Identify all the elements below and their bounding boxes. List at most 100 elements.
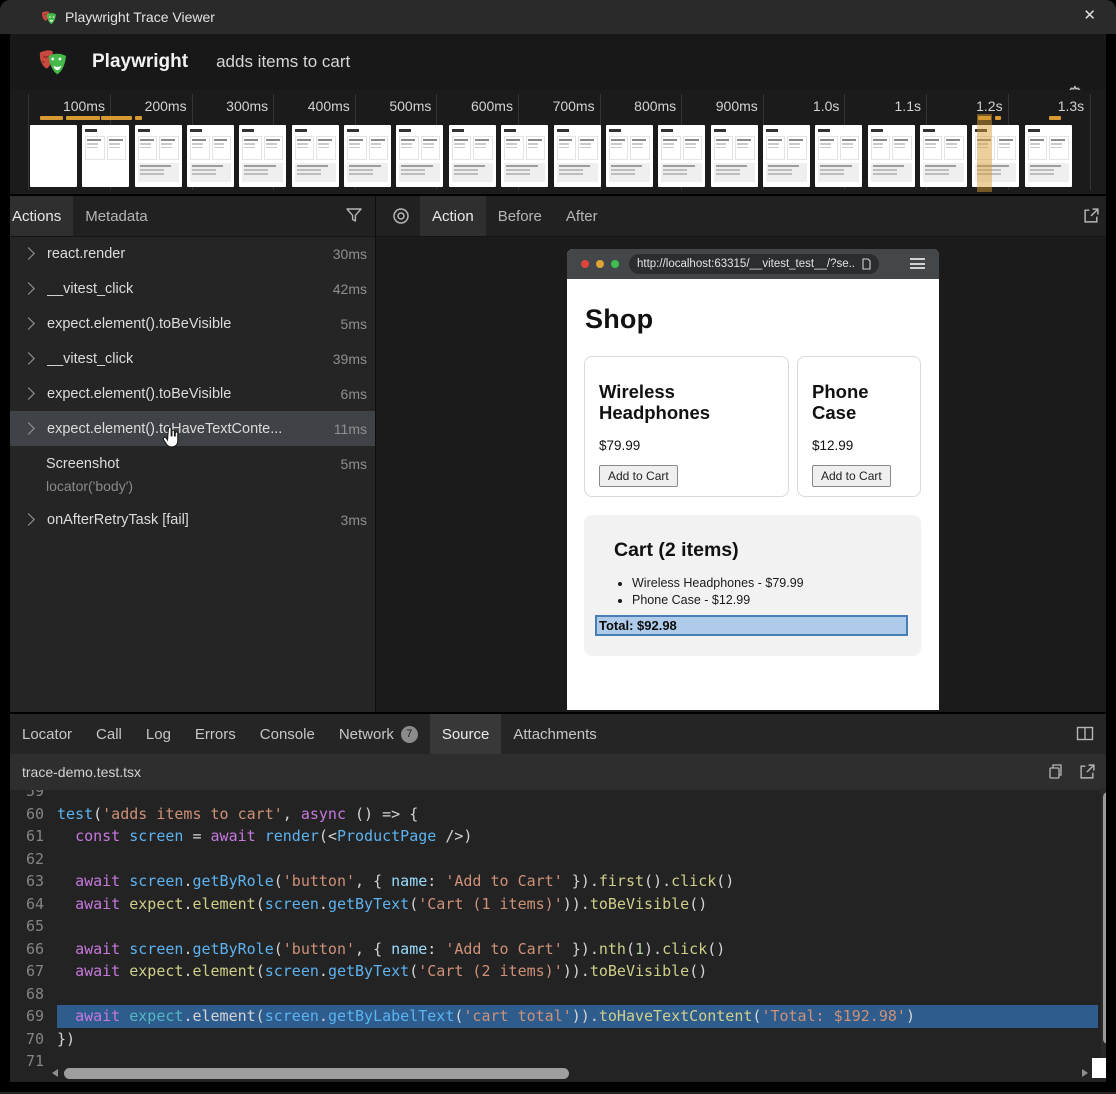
scroll-right-arrow[interactable]	[1082, 1069, 1088, 1077]
action-row[interactable]: Screenshot5mslocator('body')	[0, 446, 375, 502]
timeline-thumbnail[interactable]	[135, 125, 182, 187]
pick-locator-icon[interactable]	[376, 196, 420, 236]
tab-source[interactable]: Source	[430, 714, 502, 754]
close-button[interactable]: ✕	[1083, 6, 1096, 24]
action-row[interactable]: onAfterRetryTask [fail]3ms	[0, 502, 375, 537]
scroll-left-arrow[interactable]	[52, 1069, 58, 1077]
action-row[interactable]: expect.element().toBeVisible5ms	[0, 306, 375, 341]
tab-log[interactable]: Log	[134, 714, 183, 754]
tab-attachments[interactable]: Attachments	[501, 714, 608, 754]
timeline-thumbnail[interactable]	[292, 125, 339, 187]
timeline-thumbnail[interactable]	[30, 125, 77, 187]
open-external-icon[interactable]	[1083, 207, 1100, 224]
product-card: Wireless Headphones $79.99 Add to Cart	[584, 356, 789, 497]
tab-after[interactable]: After	[554, 196, 610, 236]
horizontal-scrollbar-thumb[interactable]	[64, 1068, 569, 1079]
cart-total-highlighted: Total: $92.98	[595, 615, 908, 636]
timeline-label: 1.3s	[1058, 98, 1084, 114]
product-price: $12.99	[812, 438, 906, 453]
product-name: Phone Case	[812, 381, 906, 424]
timeline-label: 1.2s	[976, 98, 1002, 114]
shop-heading: Shop	[585, 304, 653, 335]
timeline-thumbnail[interactable]	[606, 125, 653, 187]
window-title: Playwright Trace Viewer	[65, 9, 215, 25]
timeline-thumbnail[interactable]	[501, 125, 548, 187]
tab-action[interactable]: Action	[420, 196, 486, 236]
cart-heading: Cart (2 items)	[614, 539, 739, 562]
timeline-thumbnail[interactable]	[187, 125, 234, 187]
tab-label: Attachments	[513, 726, 596, 743]
action-row[interactable]: __vitest_click39ms	[0, 341, 375, 376]
split-view-icon[interactable]	[1076, 725, 1094, 743]
action-name: expect.element().toBeVisible	[47, 386, 341, 402]
chevron-right-icon[interactable]	[22, 513, 35, 526]
filter-icon[interactable]	[345, 206, 363, 224]
action-name: expect.element().toHaveTextConte...	[47, 421, 334, 437]
add-to-cart-button[interactable]: Add to Cart	[599, 465, 678, 487]
copy-url-icon[interactable]	[860, 258, 871, 270]
timeline-thumbnail[interactable]	[763, 125, 810, 187]
tab-metadata[interactable]: Metadata	[73, 196, 160, 236]
timeline-thumbnail[interactable]	[1025, 125, 1072, 187]
timeline-thumbnail[interactable]	[554, 125, 601, 187]
timeline-label: 800ms	[634, 98, 676, 114]
action-row[interactable]: expect.element().toHaveTextConte...11ms	[0, 411, 375, 446]
chevron-right-icon[interactable]	[22, 352, 35, 365]
action-row[interactable]: __vitest_click42ms	[0, 271, 375, 306]
test-title: adds items to cart	[216, 52, 350, 72]
tab-label: Network	[339, 726, 394, 743]
timeline-thumbnail[interactable]	[449, 125, 496, 187]
timeline-thumbnail[interactable]	[868, 125, 915, 187]
code-line: 70})	[0, 1028, 1098, 1051]
tab-call[interactable]: Call	[84, 714, 134, 754]
timeline-thumbnail[interactable]	[711, 125, 758, 187]
horizontal-scrollbar[interactable]	[52, 1066, 1088, 1080]
tab-locator[interactable]: Locator	[10, 714, 84, 754]
code-text	[57, 983, 1098, 1006]
chevron-right-icon[interactable]	[22, 387, 35, 400]
timeline-thumbnail[interactable]	[658, 125, 705, 187]
timeline-thumbnail[interactable]	[239, 125, 286, 187]
code-text: await expect.element(screen.getByLabelTe…	[57, 1005, 1098, 1028]
action-duration: 39ms	[333, 351, 375, 367]
timeline-label: 400ms	[308, 98, 350, 114]
bottom-tab-bar: Locator Call LogErrors Console Network 7 Sourc…	[0, 714, 1116, 754]
url-bar[interactable]: http://localhost:63315/__vitest_test__/?…	[629, 254, 879, 274]
tab-network[interactable]: Network 7	[327, 714, 430, 754]
code-line: 60test('adds items to cart', async () =>…	[0, 803, 1098, 826]
browser-snapshot[interactable]: http://localhost:63315/__vitest_test__/?…	[567, 249, 939, 710]
url-text: http://localhost:63315/__vitest_test__/?…	[637, 258, 854, 270]
code-line: 69 await expect.element(screen.getByLabe…	[0, 1005, 1098, 1028]
browser-menu-icon[interactable]	[910, 258, 925, 272]
code-text	[57, 848, 1098, 871]
cart-item: Wireless Headphones - $79.99	[632, 575, 804, 592]
tab-errors[interactable]: Errors	[183, 714, 248, 754]
code-text: await screen.getByRole('button', { name:…	[57, 870, 1098, 893]
timeline-action-marker	[40, 116, 63, 120]
tab-actions[interactable]: Actions	[0, 196, 73, 236]
chevron-right-icon[interactable]	[22, 422, 35, 435]
chevron-right-icon[interactable]	[22, 282, 35, 295]
timeline-action-marker	[1049, 116, 1061, 120]
timeline[interactable]: 100ms200ms300ms400ms500ms600ms700ms800ms…	[0, 90, 1116, 196]
copy-source-icon[interactable]	[1047, 763, 1064, 780]
chevron-right-icon[interactable]	[22, 317, 35, 330]
network-count-badge: 7	[401, 726, 418, 743]
timeline-thumbnail[interactable]	[344, 125, 391, 187]
add-to-cart-button[interactable]: Add to Cart	[812, 465, 891, 487]
chevron-right-icon[interactable]	[22, 247, 35, 260]
timeline-thumbnail[interactable]	[815, 125, 862, 187]
tab-label: Call	[96, 726, 122, 743]
product-card: Phone Case $12.99 Add to Cart	[797, 356, 921, 497]
playwright-logo	[36, 46, 68, 78]
timeline-thumbnail[interactable]	[82, 125, 129, 187]
action-row[interactable]: react.render30ms	[0, 236, 375, 271]
timeline-thumbnail[interactable]	[396, 125, 443, 187]
source-code-view: 5960test('adds items to cart', async () …	[0, 790, 1098, 1082]
action-row[interactable]: expect.element().toBeVisible6ms	[0, 376, 375, 411]
tab-label: Console	[260, 726, 315, 743]
tab-before[interactable]: Before	[486, 196, 554, 236]
timeline-thumbnail[interactable]	[920, 125, 967, 187]
open-source-external-icon[interactable]	[1079, 763, 1096, 780]
tab-console[interactable]: Console	[248, 714, 327, 754]
